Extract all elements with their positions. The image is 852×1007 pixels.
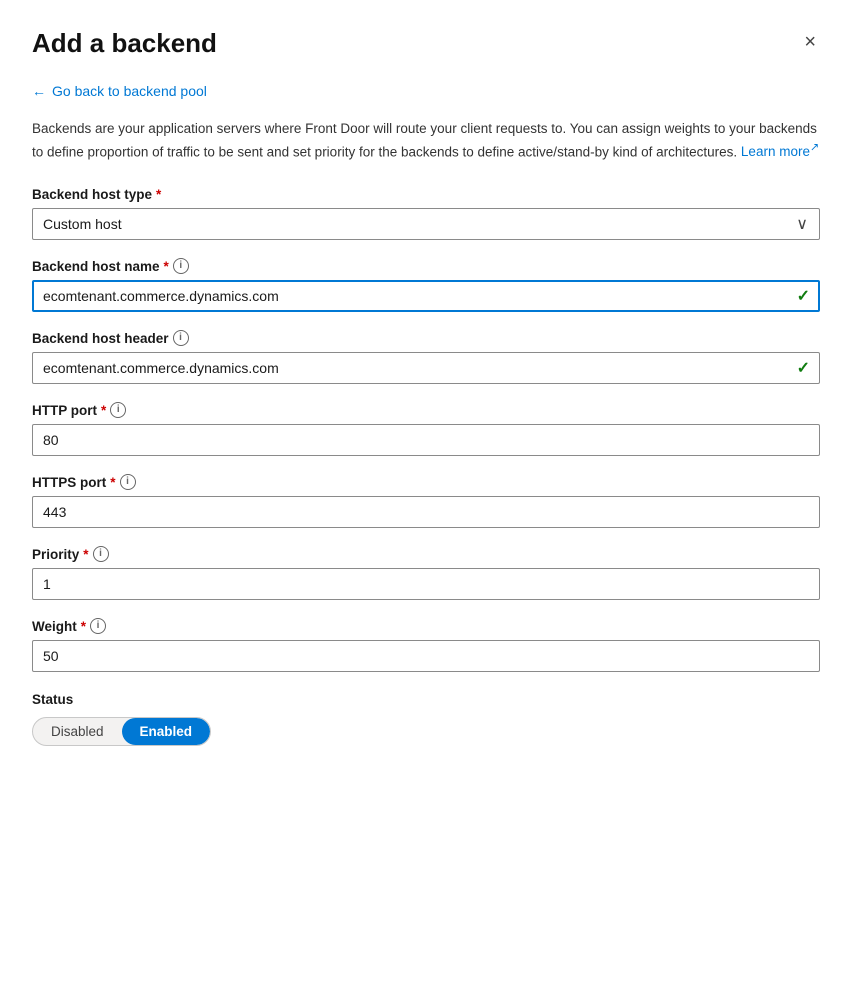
backend-host-name-input-wrapper: ✓ [32, 280, 820, 312]
back-link[interactable]: ← Go back to backend pool [32, 83, 820, 99]
panel-title: Add a backend [32, 28, 217, 59]
backend-host-name-field: Backend host name * i ✓ [32, 258, 820, 312]
back-link-text: Go back to backend pool [52, 83, 207, 99]
learn-more-link[interactable]: Learn more↗ [741, 144, 819, 159]
add-backend-panel: Add a backend × ← Go back to backend poo… [0, 0, 852, 1007]
status-disabled-option[interactable]: Disabled [33, 718, 122, 745]
backend-host-name-checkmark-icon: ✓ [797, 286, 810, 306]
description-text: Backends are your application servers wh… [32, 119, 820, 163]
backend-host-header-input-wrapper: ✓ [32, 352, 820, 384]
priority-input[interactable] [32, 568, 820, 600]
weight-info-icon: i [90, 618, 106, 634]
status-enabled-option[interactable]: Enabled [122, 718, 211, 745]
https-port-input-wrapper [32, 496, 820, 528]
http-port-info-icon: i [110, 402, 126, 418]
back-arrow-icon: ← [32, 83, 46, 99]
status-section: Status Disabled Enabled [32, 692, 820, 746]
weight-input[interactable] [32, 640, 820, 672]
http-port-input-wrapper [32, 424, 820, 456]
panel-header: Add a backend × [32, 28, 820, 59]
backend-host-header-checkmark-icon: ✓ [797, 358, 810, 378]
backend-host-type-select[interactable]: Custom host [32, 208, 820, 240]
https-port-input[interactable] [32, 496, 820, 528]
backend-host-type-field: Backend host type * Custom host [32, 187, 820, 240]
priority-input-wrapper [32, 568, 820, 600]
status-toggle-group[interactable]: Disabled Enabled [32, 717, 211, 746]
close-button[interactable]: × [800, 28, 820, 56]
external-link-icon: ↗ [810, 142, 819, 154]
required-star: * [164, 259, 169, 274]
priority-info-icon: i [93, 546, 109, 562]
backend-host-header-label: Backend host header i [32, 330, 820, 346]
status-label: Status [32, 692, 820, 707]
backend-host-name-input[interactable] [32, 280, 820, 312]
required-star: * [83, 547, 88, 562]
required-star: * [110, 475, 115, 490]
weight-input-wrapper [32, 640, 820, 672]
backend-host-name-label: Backend host name * i [32, 258, 820, 274]
priority-label: Priority * i [32, 546, 820, 562]
weight-field: Weight * i [32, 618, 820, 672]
http-port-input[interactable] [32, 424, 820, 456]
https-port-info-icon: i [120, 474, 136, 490]
backend-host-name-info-icon: i [173, 258, 189, 274]
backend-host-type-select-wrapper: Custom host [32, 208, 820, 240]
http-port-label: HTTP port * i [32, 402, 820, 418]
backend-host-header-input[interactable] [32, 352, 820, 384]
backend-host-header-field: Backend host header i ✓ [32, 330, 820, 384]
required-star: * [101, 403, 106, 418]
required-star: * [156, 187, 161, 202]
required-star: * [81, 619, 86, 634]
weight-label: Weight * i [32, 618, 820, 634]
https-port-label: HTTPS port * i [32, 474, 820, 490]
https-port-field: HTTPS port * i [32, 474, 820, 528]
backend-host-header-info-icon: i [173, 330, 189, 346]
priority-field: Priority * i [32, 546, 820, 600]
backend-host-type-label: Backend host type * [32, 187, 820, 202]
http-port-field: HTTP port * i [32, 402, 820, 456]
